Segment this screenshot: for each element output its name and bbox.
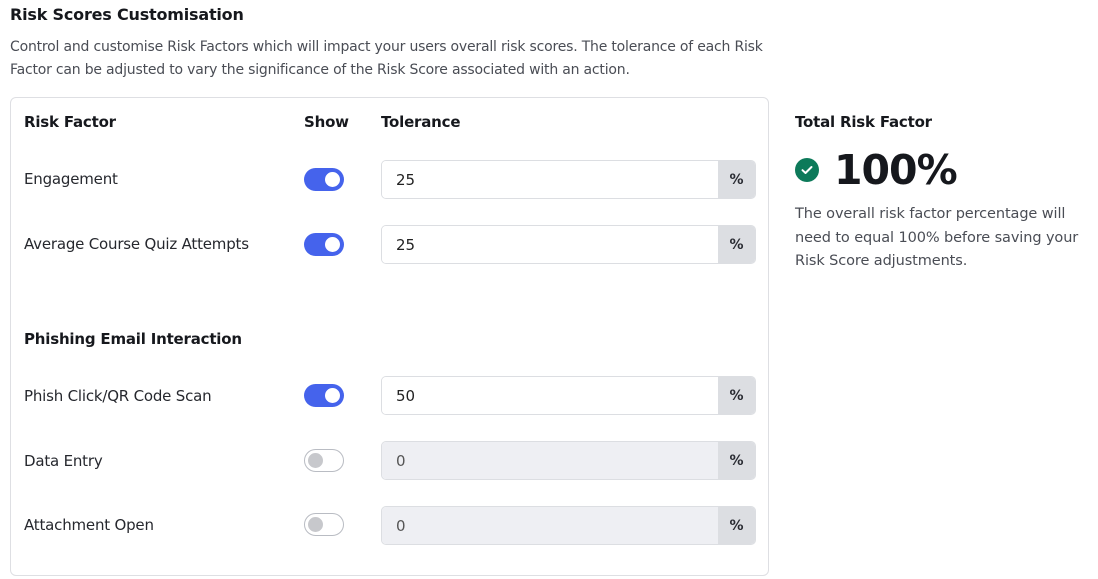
- total-risk-factor-value: 100%: [834, 146, 958, 194]
- show-toggle-attachment-open[interactable]: [304, 513, 344, 536]
- tolerance-input-attachment-open[interactable]: [382, 507, 718, 544]
- toggle-knob: [325, 237, 340, 252]
- show-toggle-quiz-attempts[interactable]: [304, 233, 344, 256]
- tolerance-field-quiz-attempts: %: [381, 225, 756, 264]
- show-toggle-data-entry[interactable]: [304, 449, 344, 472]
- row-label-engagement: Engagement: [24, 170, 118, 188]
- toggle-knob: [325, 172, 340, 187]
- toggle-knob: [308, 453, 323, 468]
- percent-icon: %: [718, 377, 755, 414]
- tolerance-field-data-entry: %: [381, 441, 756, 480]
- tolerance-field-engagement: %: [381, 160, 756, 199]
- show-toggle-engagement[interactable]: [304, 168, 344, 191]
- tolerance-input-data-entry[interactable]: [382, 442, 718, 479]
- header-risk-factor: Risk Factor: [24, 113, 116, 131]
- group-label-phishing: Phishing Email Interaction: [24, 330, 242, 348]
- page-title: Risk Scores Customisation: [10, 5, 244, 24]
- percent-icon: %: [718, 161, 755, 198]
- tolerance-input-phish-click[interactable]: [382, 377, 718, 414]
- page-description: Control and customise Risk Factors which…: [10, 39, 763, 78]
- check-circle-icon: [795, 158, 819, 182]
- percent-icon: %: [718, 226, 755, 263]
- total-risk-factor-note: The overall risk factor percentage will …: [795, 206, 1079, 269]
- percent-icon: %: [718, 507, 755, 544]
- tolerance-input-engagement[interactable]: [382, 161, 718, 198]
- header-show: Show: [304, 113, 349, 131]
- row-label-data-entry: Data Entry: [24, 452, 103, 470]
- show-toggle-phish-click[interactable]: [304, 384, 344, 407]
- row-label-phish-click: Phish Click/QR Code Scan: [24, 387, 212, 405]
- row-label-attachment-open: Attachment Open: [24, 516, 154, 534]
- percent-icon: %: [718, 442, 755, 479]
- toggle-knob: [308, 517, 323, 532]
- total-risk-factor-title: Total Risk Factor: [795, 113, 932, 131]
- toggle-knob: [325, 388, 340, 403]
- header-tolerance: Tolerance: [381, 113, 461, 131]
- row-label-quiz-attempts: Average Course Quiz Attempts: [24, 235, 249, 253]
- risk-factors-card: Risk Factor Show Tolerance Engagement % …: [10, 97, 769, 576]
- tolerance-field-attachment-open: %: [381, 506, 756, 545]
- tolerance-input-quiz-attempts[interactable]: [382, 226, 718, 263]
- tolerance-field-phish-click: %: [381, 376, 756, 415]
